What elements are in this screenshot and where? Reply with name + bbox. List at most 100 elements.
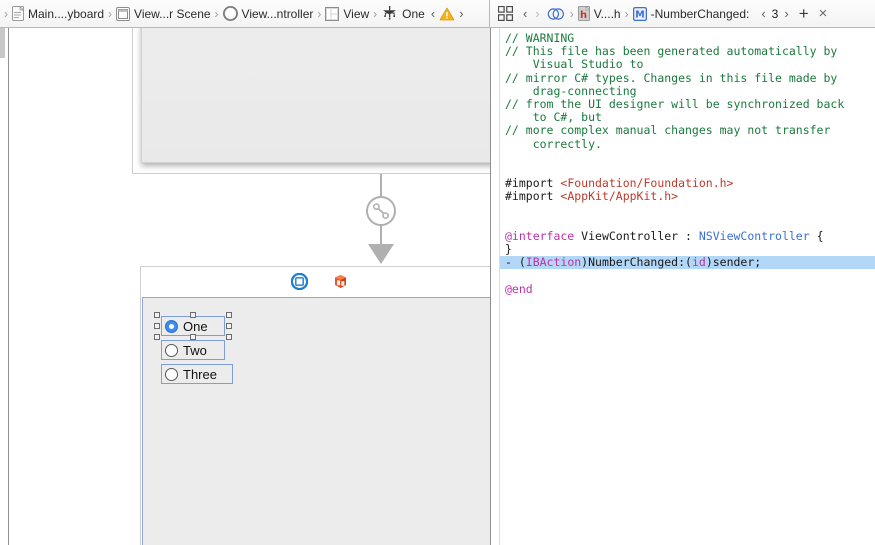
- assistant-editor-jump-bar: ‹ › › h V....h › M -NumberChanged: ‹ 3 ›…: [490, 0, 875, 27]
- code-line: - (IBAction)NumberChanged:(id)sender;: [500, 255, 875, 270]
- radio-indicator-selected[interactable]: [165, 319, 178, 333]
- code-token: // from the UI designer will be synchron…: [505, 96, 845, 111]
- breadcrumb-separator: ›: [108, 6, 113, 21]
- interface-builder-jump-bar: › Main....yboard › View...r Scene › View…: [0, 0, 490, 27]
- breadcrumb-label: View: [343, 6, 370, 21]
- breadcrumb-separator: ›: [624, 6, 629, 21]
- scene-icon: [116, 6, 131, 21]
- breadcrumb-item-header-file[interactable]: h V....h: [576, 5, 623, 21]
- radio-option-two[interactable]: Two: [161, 340, 225, 360]
- view-controller-icon: [222, 6, 238, 21]
- code-token: // This file has been generated automati…: [505, 44, 838, 59]
- code-token: NSViewController: [698, 228, 810, 243]
- radio-button-icon: [381, 6, 398, 21]
- code-token: #import: [505, 176, 561, 191]
- counter-prev-button[interactable]: ‹: [757, 6, 769, 21]
- radio-option-three[interactable]: Three: [161, 364, 233, 384]
- radio-label: One: [183, 318, 208, 334]
- radio-label: Two: [183, 342, 207, 358]
- breadcrumb-item-view[interactable]: View: [323, 6, 371, 21]
- breadcrumb-label: V....h: [593, 6, 621, 21]
- scene-bottom[interactable]: One Two Three: [140, 266, 490, 545]
- add-editor-button[interactable]: +: [793, 4, 815, 24]
- code-token: Visual Studio to: [505, 57, 644, 72]
- code-token: id: [691, 255, 706, 270]
- view-icon: [325, 6, 340, 21]
- code-token: to C#, but: [505, 110, 602, 125]
- svg-text:M: M: [635, 9, 644, 20]
- code-token: #import: [505, 189, 561, 204]
- code-token: ViewController :: [574, 228, 699, 243]
- code-token: <Foundation/Foundation.h>: [560, 176, 734, 191]
- scene-dock-bar: [141, 267, 490, 295]
- code-token: IBAction: [525, 255, 582, 270]
- breadcrumb-separator: ›: [373, 6, 378, 21]
- radio-indicator[interactable]: [165, 343, 178, 357]
- breadcrumb-label: View...ntroller: [241, 6, 314, 21]
- editor-code-area[interactable]: // WARNING// This file has been generate…: [500, 28, 875, 545]
- storyboard-file-icon: [12, 5, 25, 21]
- code-line: #import <AppKit/AppKit.h>: [500, 190, 875, 203]
- radio-label: Three: [183, 366, 217, 382]
- breadcrumb-item-view-controller[interactable]: View...ntroller: [221, 6, 316, 21]
- main-split: One Two Three // WARNING // This file ha…: [0, 28, 875, 545]
- resize-grip[interactable]: [0, 28, 5, 58]
- code-token: <AppKit/AppKit.h>: [560, 189, 679, 204]
- issue-next-button[interactable]: ›: [455, 6, 467, 21]
- radio-option-one[interactable]: One: [154, 312, 232, 340]
- source-code-editor[interactable]: // WARNING// This file has been generate…: [491, 28, 875, 545]
- code-token: // WARNING: [505, 31, 575, 45]
- scene-top-content: [141, 28, 490, 163]
- code-line: @end: [500, 281, 875, 296]
- breadcrumb-separator: ›: [569, 6, 574, 21]
- code-token: // more complex manual changes may not t…: [505, 123, 831, 138]
- breadcrumb-label: View...r Scene: [134, 6, 211, 21]
- code-token: correctly.: [505, 136, 602, 151]
- connection-link-icon[interactable]: [361, 174, 401, 266]
- warning-triangle-icon[interactable]: [439, 7, 455, 21]
- breadcrumb-separator: ›: [214, 6, 219, 21]
- editor-gutter: [491, 28, 500, 545]
- scene-top[interactable]: [132, 28, 490, 174]
- breadcrumb-item-scene[interactable]: View...r Scene: [114, 6, 213, 21]
- radio-indicator[interactable]: [165, 367, 178, 381]
- root-view[interactable]: One Two Three: [142, 297, 490, 545]
- method-icon: M: [632, 6, 647, 21]
- header-file-icon: h: [577, 5, 591, 21]
- breadcrumb-label: Main....yboard: [28, 6, 105, 21]
- navigator-collapsed-strip[interactable]: [0, 28, 9, 545]
- breadcrumb-label: One: [402, 6, 425, 21]
- nav-back-button[interactable]: ‹: [519, 6, 531, 21]
- breadcrumb-item-method[interactable]: M -NumberChanged:: [631, 6, 752, 21]
- breadcrumb-label: -NumberChanged:: [650, 6, 750, 21]
- svg-text:h: h: [580, 10, 587, 21]
- code-line: @interface ViewController : NSViewContro…: [500, 228, 875, 243]
- code-token: // mirror C# types. Changes in this file…: [505, 70, 838, 85]
- code-token: drag-connecting: [505, 83, 637, 98]
- code-token: )NumberChanged:(: [581, 255, 692, 270]
- nav-forward-button[interactable]: ›: [531, 6, 543, 21]
- code-token: )sender;: [705, 255, 762, 270]
- counter-next-button[interactable]: ›: [780, 6, 792, 21]
- related-items-grid-icon[interactable]: [496, 5, 519, 22]
- issue-prev-button[interactable]: ‹: [427, 6, 439, 21]
- close-editor-button[interactable]: ×: [815, 5, 832, 22]
- breadcrumb-item-one[interactable]: One: [379, 6, 427, 21]
- code-token: @interface: [505, 228, 575, 243]
- code-line: correctly.: [500, 136, 875, 151]
- code-token: @end: [505, 281, 533, 296]
- breadcrumb-item-storyboard[interactable]: Main....yboard: [10, 5, 106, 21]
- code-token: {: [809, 228, 824, 243]
- code-token: - (: [505, 255, 526, 270]
- assistant-rings-icon[interactable]: [544, 7, 568, 21]
- first-responder-icon[interactable]: [332, 273, 349, 290]
- breadcrumb-separator: ›: [317, 6, 322, 21]
- breadcrumb-leading-separator: ›: [4, 6, 8, 21]
- jump-bars: › Main....yboard › View...r Scene › View…: [0, 0, 875, 28]
- view-controller-placeholder-icon[interactable]: [290, 272, 309, 290]
- interface-builder-canvas[interactable]: One Two Three: [9, 28, 491, 545]
- radio-button-group[interactable]: One Two Three: [154, 312, 233, 388]
